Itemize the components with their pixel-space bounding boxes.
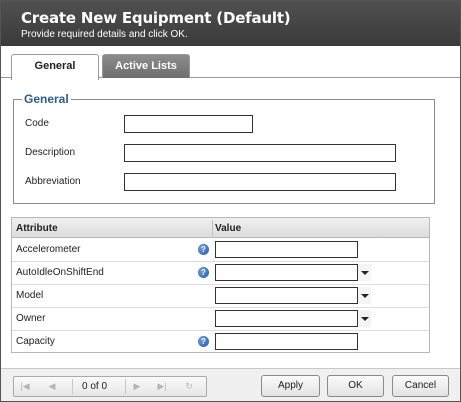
capacity-value-input[interactable] <box>215 333 358 350</box>
attribute-column-header[interactable]: Attribute <box>16 223 58 234</box>
attribute-label: Owner <box>16 313 46 324</box>
create-equipment-dialog: Create New Equipment (Default) Provide r… <box>0 0 461 402</box>
attribute-label: Accelerometer <box>16 244 81 255</box>
help-icon[interactable]: ? <box>198 244 209 255</box>
tab-active-lists[interactable]: Active Lists <box>102 54 190 79</box>
abbreviation-field[interactable] <box>124 173 396 191</box>
code-label: Code <box>25 118 49 129</box>
accelerometer-value-input[interactable] <box>215 241 358 258</box>
dialog-title: Create New Equipment (Default) <box>21 9 291 27</box>
refresh-icon[interactable]: ↻ <box>182 381 196 392</box>
help-icon[interactable]: ? <box>198 267 209 278</box>
last-page-icon[interactable]: ▶| <box>157 381 167 392</box>
chevron-down-icon[interactable] <box>358 264 371 281</box>
prev-page-icon[interactable]: ◀ <box>47 381 57 392</box>
description-label: Description <box>25 147 76 158</box>
attribute-label: Capacity <box>16 336 55 347</box>
grid-header: Attribute Value <box>12 218 429 238</box>
abbreviation-label: Abbreviation <box>25 176 81 187</box>
owner-value-select[interactable] <box>215 310 358 327</box>
next-page-icon[interactable]: ▶ <box>132 381 142 392</box>
attribute-label: AutoIdleOnShiftEnd <box>16 267 104 278</box>
tab-content: General Code Description Abbreviation At… <box>1 78 460 368</box>
pager-separator <box>72 379 73 394</box>
model-value-select[interactable] <box>215 287 358 304</box>
tab-general[interactable]: General <box>11 54 99 80</box>
dialog-header: Create New Equipment (Default) Provide r… <box>1 1 460 46</box>
chevron-down-icon[interactable] <box>358 310 371 327</box>
attribute-grid: Attribute Value Accelerometer ? AutoIdle… <box>11 217 430 353</box>
cancel-button[interactable]: Cancel <box>392 375 449 397</box>
grid-row-model: Model <box>12 285 429 308</box>
attribute-label: Model <box>16 290 44 301</box>
pager-separator <box>125 379 126 394</box>
dialog-subtitle: Provide required details and click OK. <box>21 29 188 40</box>
page-indicator: 0 of 0 <box>82 381 108 392</box>
value-column-header[interactable]: Value <box>215 223 241 234</box>
pager: |◀ ◀ 0 of 0 ▶ ▶| ↻ <box>13 376 207 397</box>
grid-row-capacity: Capacity ? <box>12 331 429 354</box>
apply-button[interactable]: Apply <box>261 375 320 397</box>
first-page-icon[interactable]: |◀ <box>20 381 30 392</box>
grid-row-owner: Owner <box>12 308 429 331</box>
ok-button[interactable]: OK <box>327 375 384 397</box>
chevron-down-icon[interactable] <box>358 287 371 304</box>
help-icon[interactable]: ? <box>198 336 209 347</box>
grid-row-accelerometer: Accelerometer ? <box>12 239 429 262</box>
description-field[interactable] <box>124 144 396 162</box>
dialog-footer: |◀ ◀ 0 of 0 ▶ ▶| ↻ Apply OK Cancel <box>1 368 460 401</box>
general-legend: General <box>24 92 69 106</box>
tab-bar: General Active Lists <box>1 46 460 80</box>
code-field[interactable] <box>124 115 253 133</box>
autoidleonshiftend-value-select[interactable] <box>215 264 358 281</box>
grid-row-autoidleonshiftend: AutoIdleOnShiftEnd ? <box>12 262 429 285</box>
column-separator <box>212 220 213 236</box>
